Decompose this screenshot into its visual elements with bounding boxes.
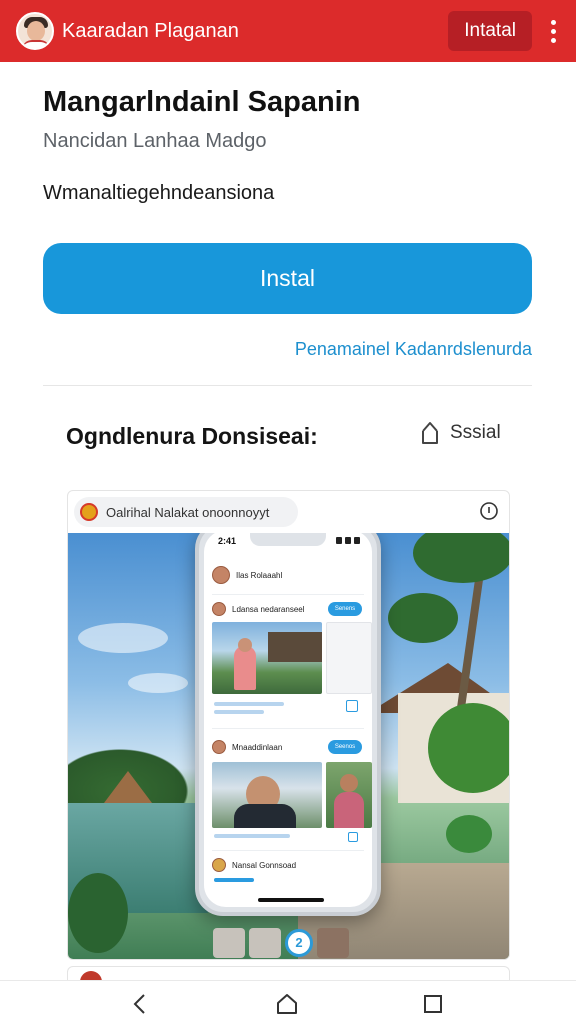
share-button[interactable]: Sssial [420, 420, 501, 446]
home-icon [277, 994, 297, 1014]
install-button[interactable]: Instal [43, 243, 532, 314]
post-follow-button: Senens [328, 602, 362, 616]
phone-status-icons [330, 537, 360, 544]
media-strip: 2 [213, 926, 363, 959]
page-title: Mangarlndainl Sapanin [43, 86, 361, 118]
share-label: Sssial [450, 422, 501, 443]
strip-thumb[interactable] [249, 928, 281, 958]
card-source-text: Oalrihal Nalakat onoonnoyyt [106, 504, 270, 520]
source-logo [80, 503, 98, 521]
card-source-chip[interactable]: Oalrihal Nalakat onoonnoyyt [74, 497, 298, 527]
post-author: Nansal Gonnsoad [232, 860, 297, 870]
back-button[interactable] [127, 991, 153, 1017]
card-header: Oalrihal Nalakat onoonnoyyt [68, 491, 509, 533]
post-avatar [212, 740, 226, 754]
phone-screen: 2:41 Ilas Rolaaahl Ldansa nedaranseel Se… [204, 533, 372, 907]
post-follow-button: Seenos [328, 740, 362, 754]
details-link[interactable]: Penamainel Kadanrdslenurda [295, 339, 532, 360]
post-author: Ldansa nedaranseel [232, 604, 305, 614]
phone-home-indicator [258, 898, 324, 902]
recents-button[interactable] [420, 991, 446, 1017]
page-subtitle: Nancidan Lanhaa Madgo [43, 130, 267, 152]
app-bar: Kaaradan Plaganan Intatal [0, 0, 576, 62]
info-icon[interactable] [479, 501, 499, 521]
home-button[interactable] [274, 991, 300, 1017]
post-avatar [212, 602, 226, 616]
phone-status-time: 2:41 [218, 536, 237, 546]
recents-icon [424, 995, 442, 1013]
app-bar-title: Kaaradan Plaganan [62, 19, 239, 42]
post-author: Mnaaddinlaan [232, 742, 283, 752]
share-icon [422, 422, 438, 444]
screen: Kaaradan Plaganan Intatal Mangarlndainl … [0, 0, 576, 1024]
strip-thumb[interactable] [213, 928, 245, 958]
more-options-icon[interactable] [544, 16, 562, 46]
avatar[interactable] [16, 12, 54, 50]
preview-image: 2:41 Ilas Rolaaahl Ldansa nedaranseel Se… [68, 533, 509, 959]
preview-card[interactable]: Oalrihal Nalakat onoonnoyyt 2:41 Ilas Ro… [67, 490, 510, 960]
page-description: Wmanaltiegehndeansiona [43, 182, 275, 204]
phone-profile-name: Ilas Rolaaahl [236, 570, 283, 580]
phone-profile-avatar [212, 566, 230, 584]
post-avatar [212, 858, 226, 872]
strip-thumb[interactable] [317, 928, 349, 958]
phone-mockup: 2:41 Ilas Rolaaahl Ldansa nedaranseel Se… [195, 533, 381, 916]
back-icon [133, 994, 145, 1014]
system-nav-bar [0, 980, 576, 1024]
section-title: Ogndlenura Donsiseai: [66, 423, 318, 449]
app-bar-install-button[interactable]: Intatal [448, 11, 532, 51]
divider [43, 385, 532, 386]
strip-counter[interactable]: 2 [285, 929, 313, 957]
